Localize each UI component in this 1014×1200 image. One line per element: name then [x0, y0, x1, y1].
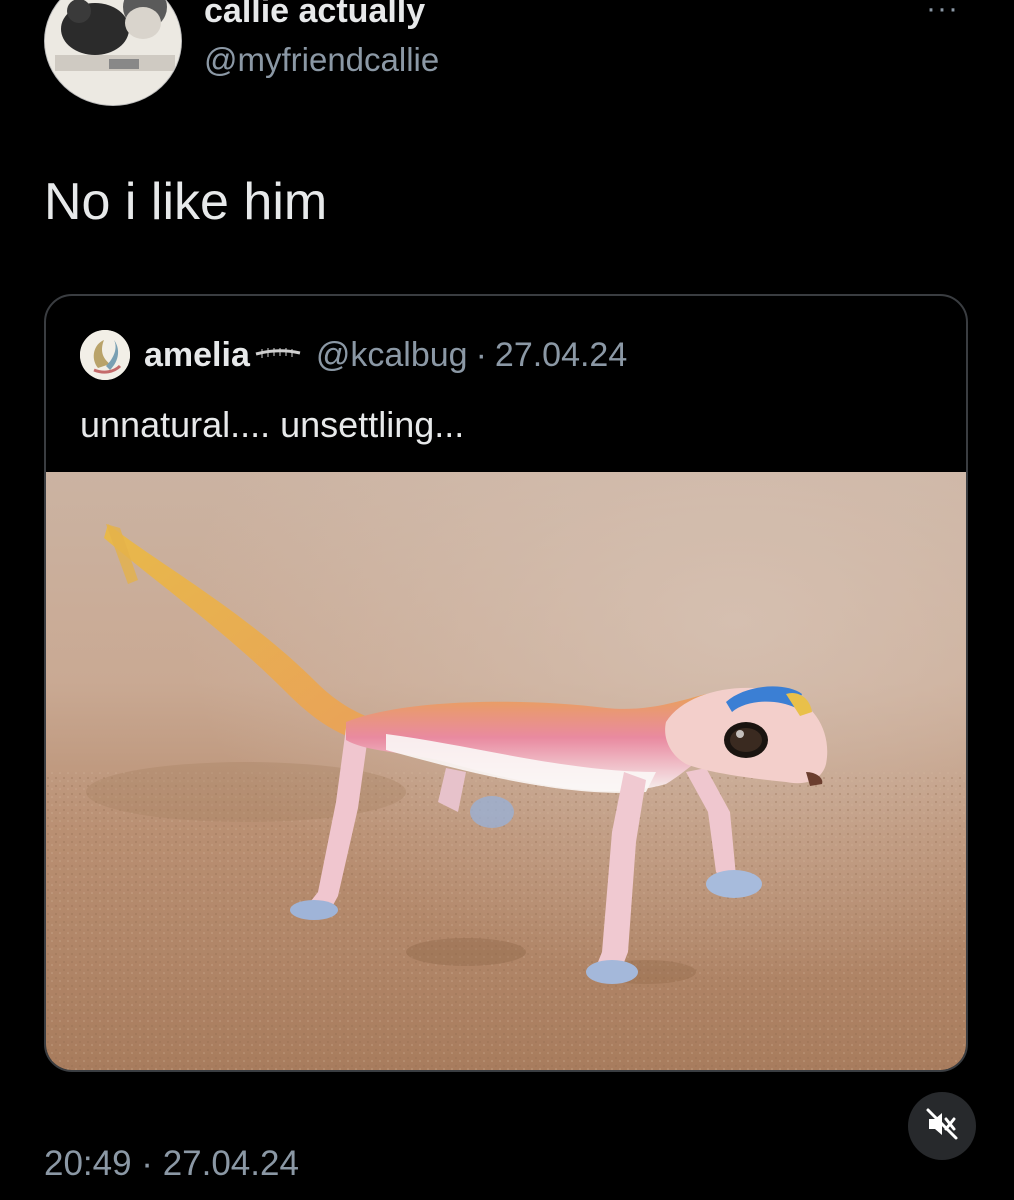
tweet-text: No i like him: [44, 173, 328, 231]
sound-muted-icon: [925, 1107, 959, 1146]
quoted-tweet-card[interactable]: amelia @kcalbug · 27.04.24 unnatural....…: [44, 294, 968, 1072]
quoted-author-name[interactable]: amelia: [144, 336, 250, 375]
quoted-tweet-date[interactable]: 27.04.24: [495, 336, 627, 375]
quoted-header-separator: ·: [475, 335, 487, 374]
tweet-timestamp[interactable]: 20:49 · 27.04.24: [44, 1144, 299, 1184]
centipede-icon: [254, 346, 302, 365]
mute-toggle-button[interactable]: [908, 1092, 976, 1160]
author-avatar[interactable]: [44, 0, 182, 106]
quoted-author-avatar[interactable]: [80, 330, 130, 380]
quoted-tweet-text: unnatural.... unsettling...: [80, 404, 465, 445]
quoted-author-handle[interactable]: @kcalbug: [316, 336, 468, 375]
more-options-icon[interactable]: ···: [926, 0, 959, 24]
quoted-tweet-photo[interactable]: [46, 472, 966, 1070]
author-display-name[interactable]: callie actually: [204, 0, 425, 31]
quoted-tweet-header: amelia @kcalbug · 27.04.24: [80, 330, 627, 380]
author-handle[interactable]: @myfriendcallie: [204, 41, 439, 79]
